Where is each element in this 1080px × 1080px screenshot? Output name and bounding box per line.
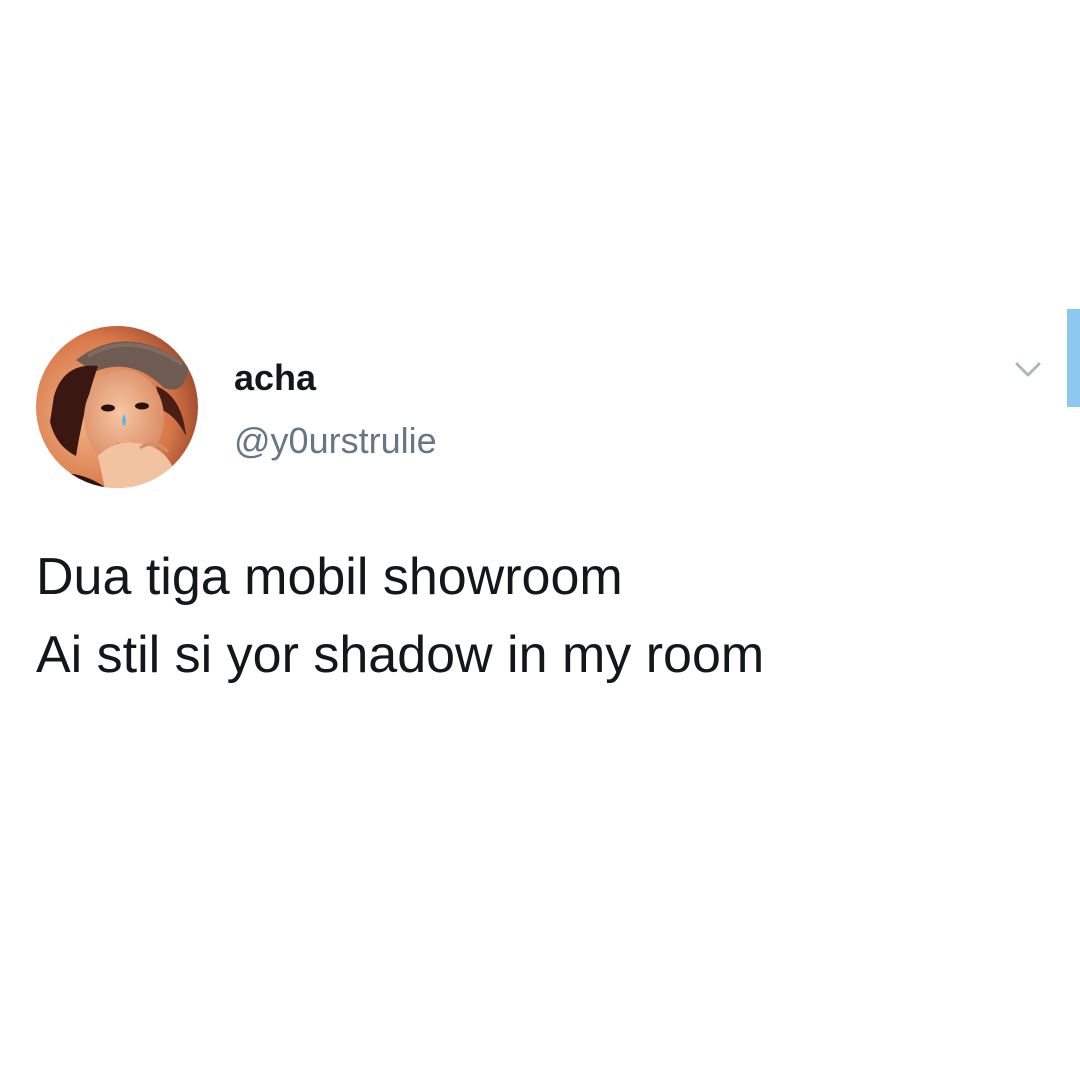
tweet-card[interactable]: acha @y0urstrulie Dua tiga mobil showroo… <box>0 0 1080 1080</box>
user-handle[interactable]: @y0urstrulie <box>234 419 437 463</box>
chevron-down-icon[interactable] <box>1008 352 1048 388</box>
tweet-line: Ai stil si yor shadow in my room <box>36 626 765 684</box>
tweet-text: Dua tiga mobil showroom Ai stil si yor s… <box>36 538 1056 694</box>
avatar[interactable] <box>36 326 198 488</box>
scrollbar[interactable] <box>1067 309 1080 407</box>
display-name[interactable]: acha <box>234 356 316 400</box>
tweet-line: Dua tiga mobil showroom <box>36 548 623 606</box>
